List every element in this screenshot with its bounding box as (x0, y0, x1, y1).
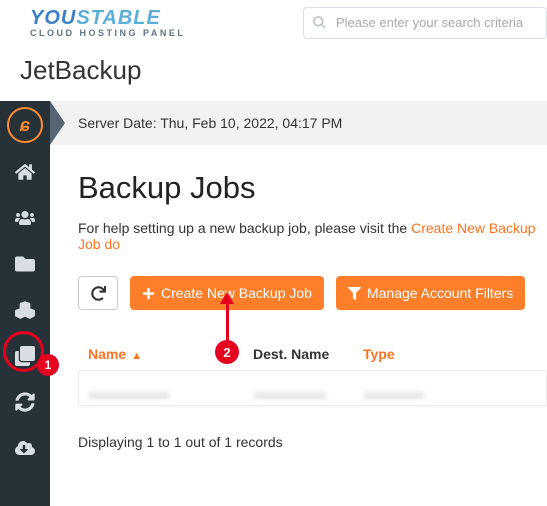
sync-icon (15, 392, 35, 412)
table-row[interactable] (78, 370, 547, 406)
sidebar-item-cloud[interactable] (0, 425, 50, 471)
cubes-icon (15, 300, 35, 320)
breadcrumb-bar: Server Date: Thu, Feb 10, 2022, 04:17 PM (50, 101, 547, 145)
column-header-name[interactable]: Name ▲ (88, 346, 253, 362)
swirl-icon: ɕ (20, 115, 30, 136)
brand-logo[interactable]: YOUSTABLE CLOUD HOSTING PANEL (30, 7, 185, 38)
annotation-badge-1: 1 (37, 354, 59, 376)
clone-icon (15, 346, 35, 366)
refresh-icon (91, 286, 106, 301)
plus-icon (142, 287, 155, 300)
logo-you: YOU (30, 7, 76, 30)
sidebar: ɕ 1 (0, 101, 50, 506)
records-count: Displaying 1 to 1 out of 1 records (78, 434, 547, 450)
create-backup-job-button[interactable]: Create New Backup Job (130, 276, 324, 310)
help-prefix: For help setting up a new backup job, pl… (78, 220, 411, 236)
table-header: Name ▲ Dest. Name Type (78, 338, 547, 370)
folder-icon (15, 254, 35, 274)
manage-button-label: Manage Account Filters (367, 285, 513, 301)
cell-type (364, 379, 536, 397)
page-heading: Backup Jobs (78, 170, 547, 206)
search-icon (312, 15, 327, 35)
logo-subtitle: CLOUD HOSTING PANEL (30, 28, 185, 38)
cloud-download-icon (15, 438, 35, 458)
refresh-button[interactable] (78, 276, 118, 310)
page-title: JetBackup (20, 55, 527, 86)
button-row: Create New Backup Job Manage Account Fil… (78, 276, 547, 310)
sort-asc-icon: ▲ (128, 350, 142, 362)
sidebar-item-destinations[interactable] (0, 241, 50, 287)
sidebar-item-backup-jobs[interactable] (0, 287, 50, 333)
sidebar-item-refresh[interactable] (0, 379, 50, 425)
home-icon (15, 162, 35, 182)
column-header-type[interactable]: Type (363, 346, 537, 362)
create-button-label: Create New Backup Job (161, 285, 312, 301)
users-icon (15, 208, 35, 228)
column-header-dest[interactable]: Dest. Name (253, 346, 363, 362)
search-input[interactable] (303, 7, 547, 39)
page-title-bar: JetBackup (0, 45, 547, 101)
sidebar-app-logo[interactable]: ɕ (0, 101, 50, 149)
filter-icon (348, 287, 361, 300)
main-content: Server Date: Thu, Feb 10, 2022, 04:17 PM… (50, 101, 547, 506)
top-header: YOUSTABLE CLOUD HOSTING PANEL (0, 0, 547, 45)
cell-dest (254, 379, 364, 397)
search-box (303, 7, 547, 39)
logo-stable: STABLE (76, 7, 161, 30)
sidebar-item-accounts[interactable] (0, 195, 50, 241)
manage-filters-button[interactable]: Manage Account Filters (336, 276, 525, 310)
help-text: For help setting up a new backup job, pl… (78, 220, 547, 252)
sidebar-item-home[interactable] (0, 149, 50, 195)
server-date: Server Date: Thu, Feb 10, 2022, 04:17 PM (78, 115, 342, 131)
cell-name (89, 379, 254, 397)
chevron-icon (50, 101, 65, 145)
